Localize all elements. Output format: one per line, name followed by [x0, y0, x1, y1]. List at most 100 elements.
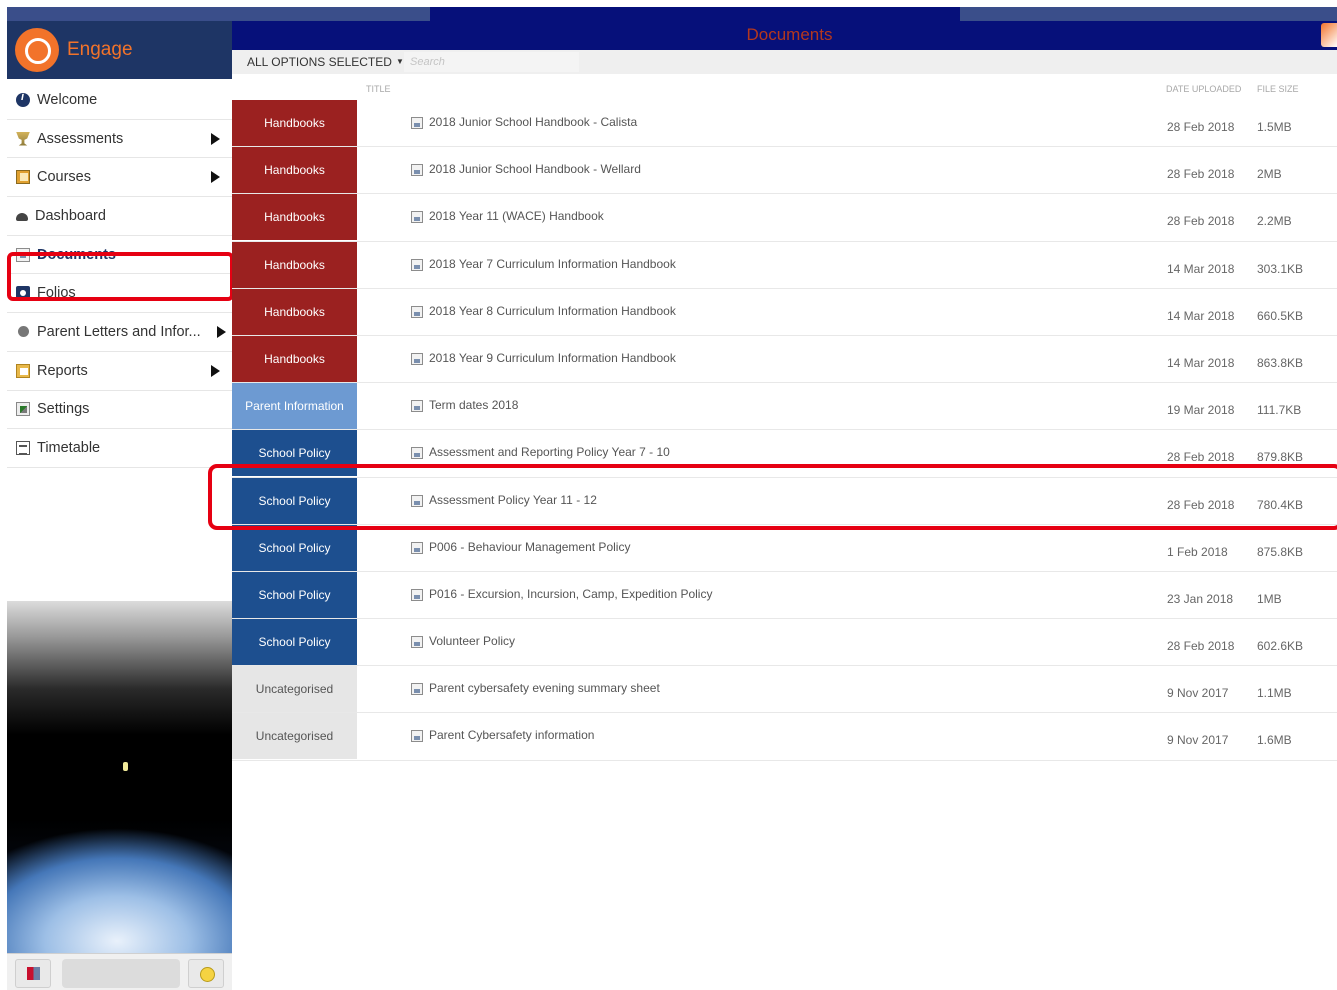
- sidebar-item-folios[interactable]: Folios: [7, 274, 232, 314]
- sidebar-item-courses[interactable]: Courses: [7, 158, 232, 198]
- table-row[interactable]: Handbooks 2018 Junior School Handbook - C…: [232, 100, 1337, 148]
- table-row[interactable]: Parent Information Term dates 2018 19 Mar …: [232, 383, 1337, 431]
- date-uploaded: 28 Feb 2018: [1167, 497, 1235, 512]
- document-title-link[interactable]: Volunteer Policy: [429, 634, 515, 648]
- date-uploaded: 14 Mar 2018: [1167, 261, 1235, 276]
- category-badge: Uncategorised: [232, 666, 357, 713]
- top-strip-accent: [430, 7, 960, 21]
- date-uploaded: 19 Mar 2018: [1167, 403, 1235, 418]
- document-title-link[interactable]: 2018 Year 7 Curriculum Information Handb…: [429, 257, 676, 271]
- table-row[interactable]: Handbooks 2018 Year 8 Curriculum Informat…: [232, 288, 1337, 336]
- date-uploaded: 14 Mar 2018: [1167, 355, 1235, 370]
- date-uploaded: 9 Nov 2017: [1167, 686, 1229, 701]
- category-badge: Parent Information: [232, 383, 357, 430]
- profile-icon[interactable]: [1321, 23, 1337, 47]
- file-size: 879.8KB: [1257, 450, 1304, 465]
- date-uploaded: 1 Feb 2018: [1167, 544, 1228, 559]
- table-row[interactable]: Handbooks 2018 Year 7 Curriculum Informat…: [232, 241, 1337, 289]
- date-uploaded: 28 Feb 2018: [1167, 450, 1235, 465]
- sidebar-item-label: Reports: [37, 362, 88, 379]
- file-size: 111.7KB: [1257, 403, 1302, 418]
- spacecraft-dot: [123, 762, 128, 771]
- document-file-icon: [411, 211, 423, 224]
- sidebar-item-reports[interactable]: Reports: [7, 352, 232, 391]
- document-title-link[interactable]: P006 - Behaviour Management Policy: [429, 540, 630, 554]
- sidebar-item-parent-letters[interactable]: Parent Letters and Infor...: [7, 313, 232, 352]
- document-file-icon: [411, 400, 423, 413]
- file-size: 1.6MB: [1257, 733, 1292, 748]
- column-header-size[interactable]: FILE SIZE: [1257, 84, 1299, 94]
- table-row[interactable]: School Policy Assessment and Reporting Po…: [232, 430, 1337, 478]
- report-icon: [16, 363, 30, 378]
- document-title-link[interactable]: Assessment and Reporting Policy Year 7 -…: [429, 445, 670, 459]
- filter-bar: ALL OPTIONS SELECTED ▼: [232, 50, 1337, 74]
- document-title-link[interactable]: P016 - Excursion, Incursion, Camp, Exped…: [429, 587, 712, 601]
- category-badge: School Policy: [232, 571, 357, 618]
- category-badge: School Policy: [232, 524, 357, 571]
- documents-table: Handbooks 2018 Junior School Handbook - C…: [232, 100, 1337, 761]
- file-size: 1.5MB: [1257, 120, 1292, 134]
- document-title-link[interactable]: 2018 Junior School Handbook - Wellard: [429, 162, 641, 176]
- file-size: 303.1KB: [1257, 261, 1304, 276]
- submenu-arrow-icon: [211, 364, 220, 377]
- sidebar-item-label: Assessments: [37, 130, 124, 147]
- submenu-arrow-icon: [211, 171, 220, 184]
- category-badge: Handbooks: [232, 100, 357, 146]
- sidebar-item-timetable[interactable]: Timetable: [7, 429, 232, 468]
- file-size: 780.4KB: [1257, 497, 1304, 512]
- table-row[interactable]: School Policy P016 - Excursion, Incursion…: [232, 571, 1337, 620]
- table-row[interactable]: School Policy Volunteer Policy 28 Feb 2018…: [232, 619, 1337, 667]
- category-badge: School Policy: [232, 619, 357, 666]
- document-title-link[interactable]: Parent Cybersafety information: [429, 728, 594, 742]
- table-row[interactable]: Uncategorised Parent cybersafety evening …: [232, 666, 1337, 714]
- sidebar-item-assessments[interactable]: Assessments: [7, 120, 232, 159]
- document-title-link[interactable]: 2018 Year 8 Curriculum Information Handb…: [429, 304, 676, 318]
- table-row[interactable]: Handbooks 2018 Year 11 (WACE) Handbook 28 …: [232, 194, 1337, 242]
- category-filter-dropdown[interactable]: ALL OPTIONS SELECTED ▼: [247, 55, 404, 69]
- column-header-date[interactable]: DATE UPLOADED: [1166, 84, 1241, 94]
- document-title-link[interactable]: Parent cybersafety evening summary sheet: [429, 681, 660, 695]
- file-size: 2.2MB: [1257, 214, 1292, 229]
- trophy-icon: [16, 131, 30, 146]
- sidebar-item-documents[interactable]: Documents: [7, 236, 232, 275]
- document-title-link[interactable]: 2018 Junior School Handbook - Calista: [429, 115, 637, 129]
- file-size: 660.5KB: [1257, 308, 1304, 323]
- feedback-smiley-button[interactable]: [188, 959, 224, 988]
- dropdown-caret-icon: ▼: [395, 57, 404, 66]
- document-title-link[interactable]: 2018 Year 9 Curriculum Information Handb…: [429, 351, 676, 365]
- document-title-link[interactable]: 2018 Year 11 (WACE) Handbook: [429, 209, 604, 223]
- file-size: 875.8KB: [1257, 544, 1304, 559]
- sidebar-item-label: Documents: [37, 246, 116, 263]
- sidebar-item-welcome[interactable]: Welcome: [7, 81, 232, 120]
- category-badge: School Policy: [232, 477, 357, 524]
- sidebar-header: Engage: [7, 21, 232, 79]
- search-input[interactable]: [404, 52, 579, 72]
- column-header-title[interactable]: TITLE: [366, 84, 391, 94]
- table-row[interactable]: Uncategorised Parent Cybersafety informat…: [232, 713, 1337, 761]
- document-title-link[interactable]: Assessment Policy Year 11 - 12: [429, 493, 597, 507]
- document-title-link[interactable]: Term dates 2018: [429, 398, 518, 412]
- table-row[interactable]: Handbooks 2018 Junior School Handbook - W…: [232, 147, 1337, 195]
- category-badge: Handbooks: [232, 194, 357, 241]
- table-row[interactable]: School Policy P006 - Behaviour Management…: [232, 524, 1337, 572]
- sidebar-item-settings[interactable]: Settings: [7, 391, 232, 430]
- engage-logo-icon[interactable]: [15, 28, 59, 72]
- flag-button[interactable]: [15, 959, 51, 988]
- table-row[interactable]: Handbooks 2018 Year 9 Curriculum Informat…: [232, 335, 1337, 384]
- sidebar-item-dashboard[interactable]: Dashboard: [7, 197, 232, 236]
- file-size: 1.1MB: [1257, 686, 1292, 701]
- date-uploaded: 28 Feb 2018: [1167, 167, 1235, 182]
- document-file-icon: [411, 258, 423, 271]
- category-badge: Handbooks: [232, 147, 357, 194]
- document-file-icon: [411, 588, 423, 601]
- sidebar: Engage Welcome Assessments Courses Dashb…: [7, 21, 234, 990]
- file-size: 2MB: [1257, 167, 1282, 182]
- info-icon: [16, 91, 30, 107]
- document-file-icon: [411, 352, 423, 365]
- main-content: Documents ALL OPTIONS SELECTED▼ TITLE DA…: [232, 21, 1337, 969]
- date-uploaded: 14 Mar 2018: [1167, 308, 1235, 323]
- category-badge: Uncategorised: [232, 713, 357, 760]
- letter-icon: [18, 326, 29, 338]
- table-row[interactable]: School Policy Assessment Policy Year 11 -…: [232, 477, 1337, 525]
- dashboard-icon: [16, 210, 28, 222]
